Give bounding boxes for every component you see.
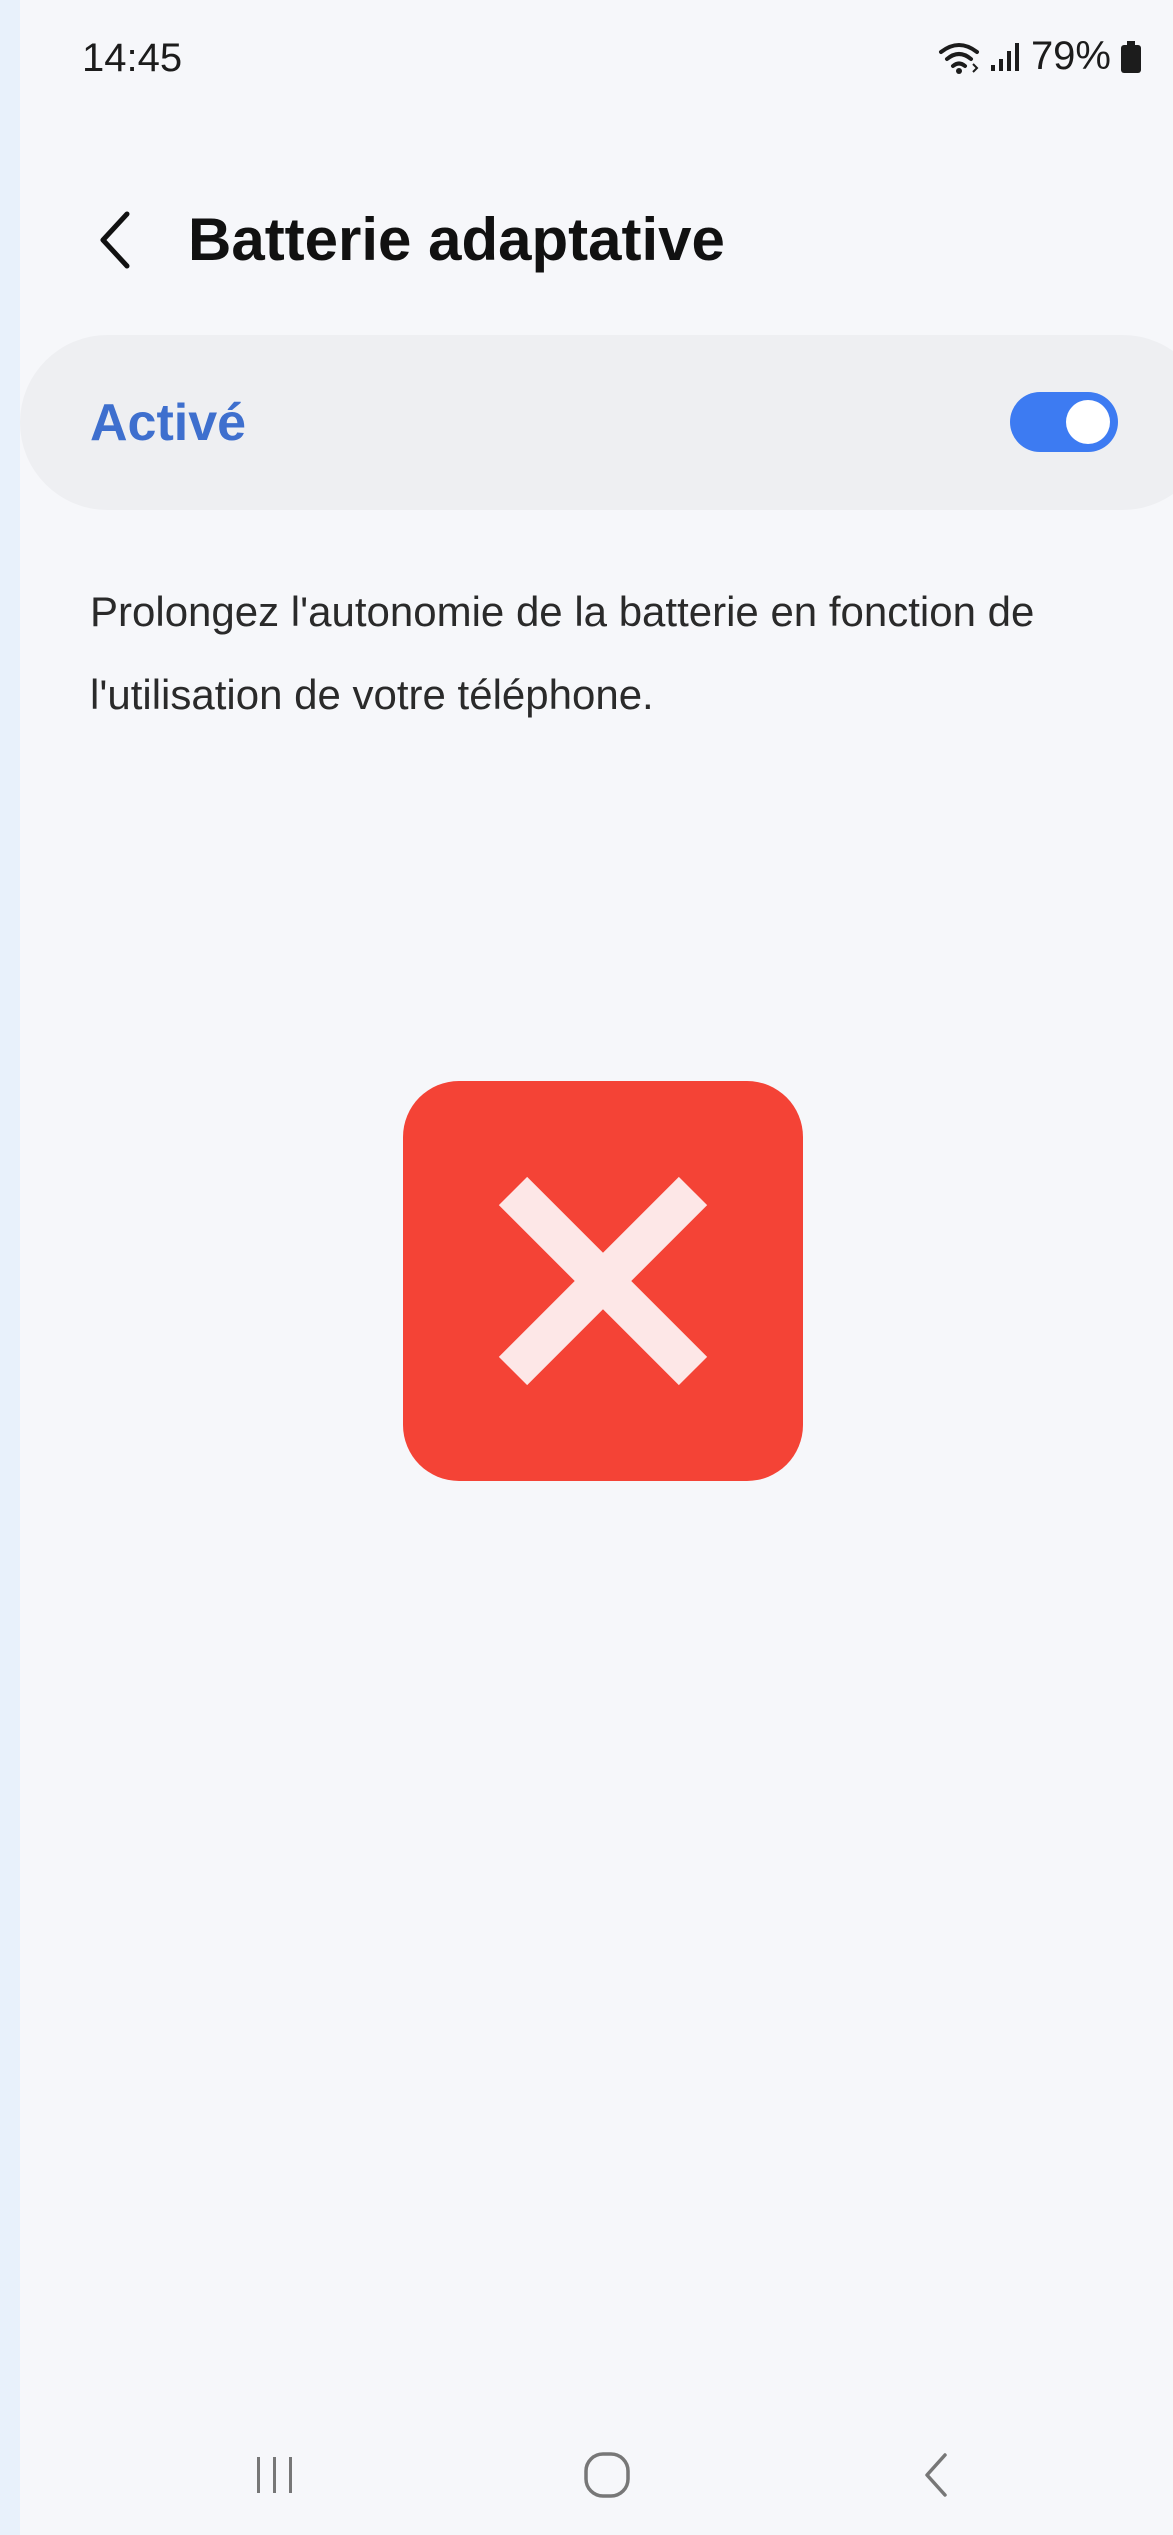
back-icon	[925, 2453, 947, 2497]
description-text: Prolongez l'autonomie de la batterie en …	[90, 588, 1035, 718]
navigation-bar	[20, 2420, 1173, 2535]
status-time: 14:45	[82, 36, 183, 80]
toggle-label: Activé	[90, 394, 247, 452]
settings-screen: 14:45 79% Batterie adaptative Activé Pro…	[20, 0, 1173, 2535]
adaptive-battery-switch[interactable]	[1010, 392, 1118, 452]
error-overlay	[403, 1081, 803, 1481]
recent-apps-icon	[257, 2457, 292, 2493]
switch-knob	[1066, 400, 1110, 444]
nav-back-button[interactable]	[890, 2440, 980, 2510]
recent-apps-button[interactable]	[230, 2440, 320, 2510]
chevron-left-icon	[100, 211, 130, 269]
close-x-icon	[498, 1176, 708, 1386]
battery-percent: 79%	[1030, 34, 1111, 78]
home-button[interactable]	[562, 2440, 652, 2510]
status-bar: 14:45 79%	[20, 0, 1173, 120]
home-icon	[584, 2452, 630, 2498]
battery-icon	[1121, 40, 1141, 73]
back-button[interactable]	[80, 200, 150, 280]
master-toggle-row[interactable]: Activé	[20, 335, 1173, 510]
status-icons: 79%	[937, 34, 1143, 79]
wifi-icon	[938, 42, 979, 74]
page-title: Batterie adaptative	[188, 206, 725, 273]
header: Batterie adaptative	[20, 180, 1173, 300]
signal-icon	[990, 42, 1019, 71]
